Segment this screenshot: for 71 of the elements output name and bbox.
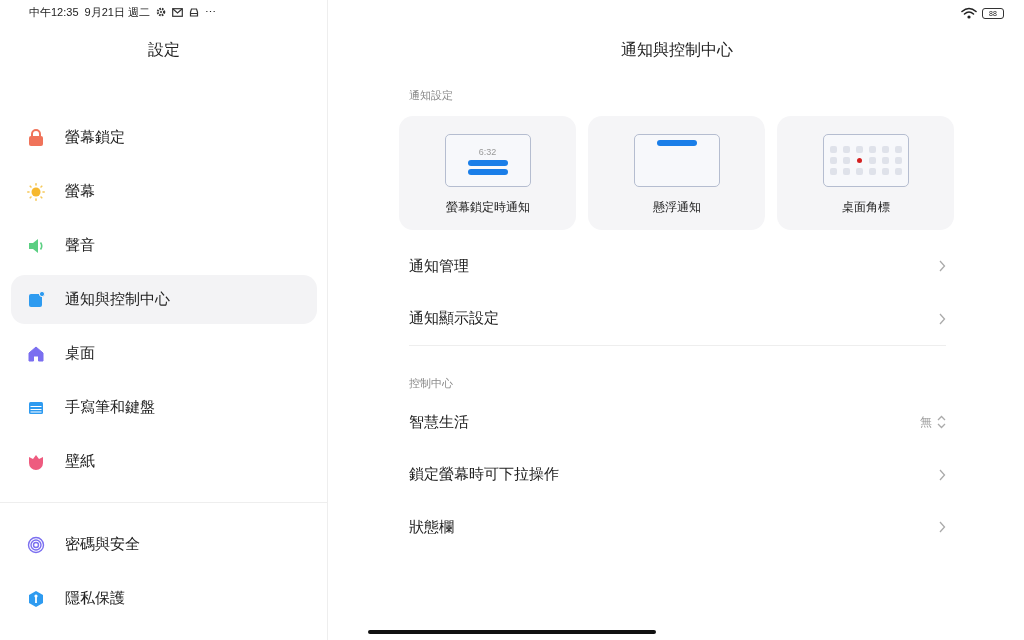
app-tile [868, 168, 876, 175]
app-tile [881, 146, 889, 153]
card-label: 螢幕鎖定時通知 [445, 199, 530, 216]
home-icon [27, 344, 45, 363]
card-label: 桌面角標 [841, 199, 890, 216]
sidebar-item[interactable]: 桌面 [11, 329, 317, 378]
chevron-right-icon [938, 260, 946, 273]
row-label: 狀態欄 [409, 517, 454, 537]
app-tile [881, 168, 889, 175]
sidebar-item[interactable]: 螢幕 [11, 167, 317, 216]
settings-row[interactable]: 通知顯示設定 [399, 292, 954, 345]
app-tile [894, 157, 902, 164]
envelope-icon [171, 7, 183, 17]
row-label: 智慧生活 [409, 412, 469, 432]
settings-row[interactable]: 鎖定螢幕時可下拉操作 [399, 448, 954, 501]
sidebar-item[interactable]: 隱私保護 [11, 574, 317, 623]
sidebar-item[interactable]: 通知與控制中心 [11, 275, 317, 324]
app-tile [829, 146, 837, 153]
row-label: 通知顯示設定 [409, 309, 499, 329]
more-indicator: ⋯ [204, 5, 216, 19]
app-tile [842, 146, 850, 153]
notification-bar [467, 159, 508, 166]
app-tile [829, 157, 837, 164]
notification-style-card[interactable]: 懸浮通知 [588, 116, 765, 230]
notification-style-card[interactable]: 6:32 螢幕鎖定時通知 [399, 116, 576, 230]
row-value: 無 [920, 413, 932, 431]
app-tile [868, 146, 876, 153]
app-tile [894, 146, 902, 153]
settings-row[interactable]: 智慧生活 無 [399, 396, 954, 449]
row-label: 鎖定螢幕時可下拉操作 [409, 465, 559, 485]
app-tile [894, 168, 902, 175]
status-time: 中午12:35 [29, 4, 79, 20]
chevron-right-icon [938, 521, 946, 534]
app-tile [881, 157, 889, 164]
settings-row[interactable]: 狀態欄 [399, 501, 954, 554]
chevron-right-icon [938, 468, 946, 481]
page-title: 通知與控制中心 [619, 40, 734, 60]
sidebar-item[interactable]: 螢幕鎖定 [11, 113, 317, 162]
settings-row[interactable]: 通知管理 [399, 240, 954, 293]
status-date: 9月21日 週二 [84, 4, 150, 20]
app-tile [842, 157, 850, 164]
notification-bar [467, 168, 508, 175]
app-tile [868, 157, 876, 164]
section-heading: 控制中心 [408, 376, 454, 391]
app-tile [855, 146, 863, 153]
card-label: 懸浮通知 [652, 199, 701, 216]
app-tile [855, 168, 863, 175]
sun-icon [27, 182, 45, 201]
fingerprint-icon [27, 535, 45, 554]
notification-bar [656, 140, 697, 146]
notification-style-card[interactable]: 桌面角標 [777, 116, 954, 230]
section-heading: 通知設定 [408, 88, 454, 103]
preview-time: 6:32 [478, 146, 497, 157]
gear-icon [155, 7, 166, 17]
app-tile [829, 168, 837, 175]
sidebar-item[interactable]: 手寫筆和鍵盤 [11, 383, 317, 432]
chevron-right-icon [938, 312, 946, 325]
lock-icon [27, 128, 45, 147]
row-label: 通知管理 [409, 256, 469, 276]
page-title: 設定 [146, 40, 181, 60]
up-down-chevron-icon [937, 415, 946, 430]
notification-icon [27, 290, 45, 309]
sidebar-item[interactable]: 壁紙 [11, 437, 317, 486]
shield-icon [27, 589, 45, 608]
speaker-icon [27, 236, 45, 255]
app-tile [842, 168, 850, 175]
wifi-icon [961, 7, 977, 19]
sidebar-item[interactable]: 聲音 [11, 221, 317, 270]
sidebar-item[interactable]: 密碼與安全 [11, 520, 317, 569]
home-indicator[interactable] [368, 630, 656, 634]
badge-dot [856, 158, 862, 163]
